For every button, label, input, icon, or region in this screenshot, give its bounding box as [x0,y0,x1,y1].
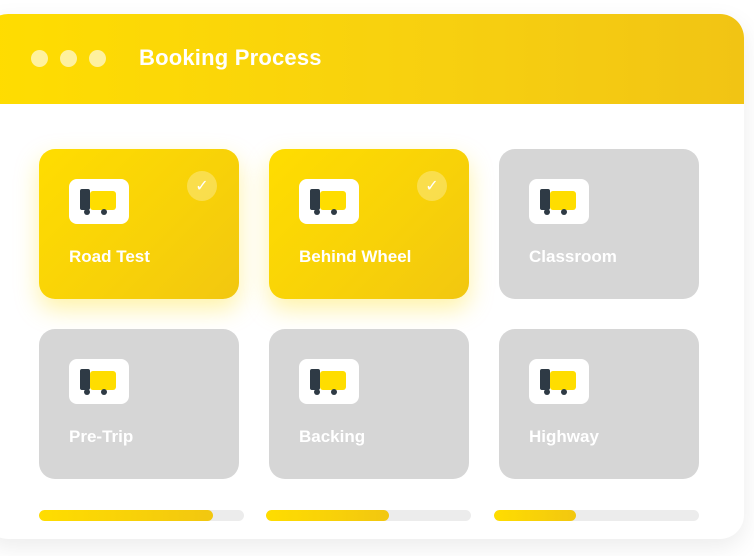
window-dot-maximize[interactable] [89,50,106,67]
title-bar: Booking Process [0,14,744,104]
window-controls [31,50,106,67]
card-backing[interactable]: Backing [269,329,469,479]
page-title: Booking Process [139,45,322,70]
icon-container [299,359,359,404]
icon-container [69,179,129,224]
progress-bar [494,510,699,521]
progress-bar [39,510,244,521]
progress-fill [39,510,214,521]
card-pre-trip[interactable]: Pre-Trip [39,329,239,479]
truck-icon [310,189,346,215]
truck-icon [80,189,116,215]
progress-fill [494,510,576,521]
card-label: Road Test [69,247,150,266]
card-behind-wheel[interactable]: ✓ Behind Wheel [269,149,469,299]
icon-container [299,179,359,224]
card-label: Pre-Trip [69,427,134,446]
card-label: Behind Wheel [299,247,412,266]
booking-window: Booking Process ✓ Road Test ✓ Behind Whe… [0,14,744,539]
progress-fill [266,510,389,521]
icon-container [69,359,129,404]
card-road-test[interactable]: ✓ Road Test [39,149,239,299]
truck-icon [540,369,576,395]
window-dot-close[interactable] [31,50,48,67]
progress-bar [266,510,471,521]
card-label: Backing [299,427,366,446]
card-label: Highway [529,427,599,446]
check-icon: ✓ [187,171,217,201]
card-classroom[interactable]: Classroom [499,149,699,299]
truck-icon [80,369,116,395]
truck-icon [540,189,576,215]
card-highway[interactable]: Highway [499,329,699,479]
card-label: Classroom [529,247,617,266]
icon-container [529,359,589,404]
truck-icon [310,369,346,395]
icon-container [529,179,589,224]
window-dot-minimize[interactable] [60,50,77,67]
check-icon: ✓ [417,171,447,201]
